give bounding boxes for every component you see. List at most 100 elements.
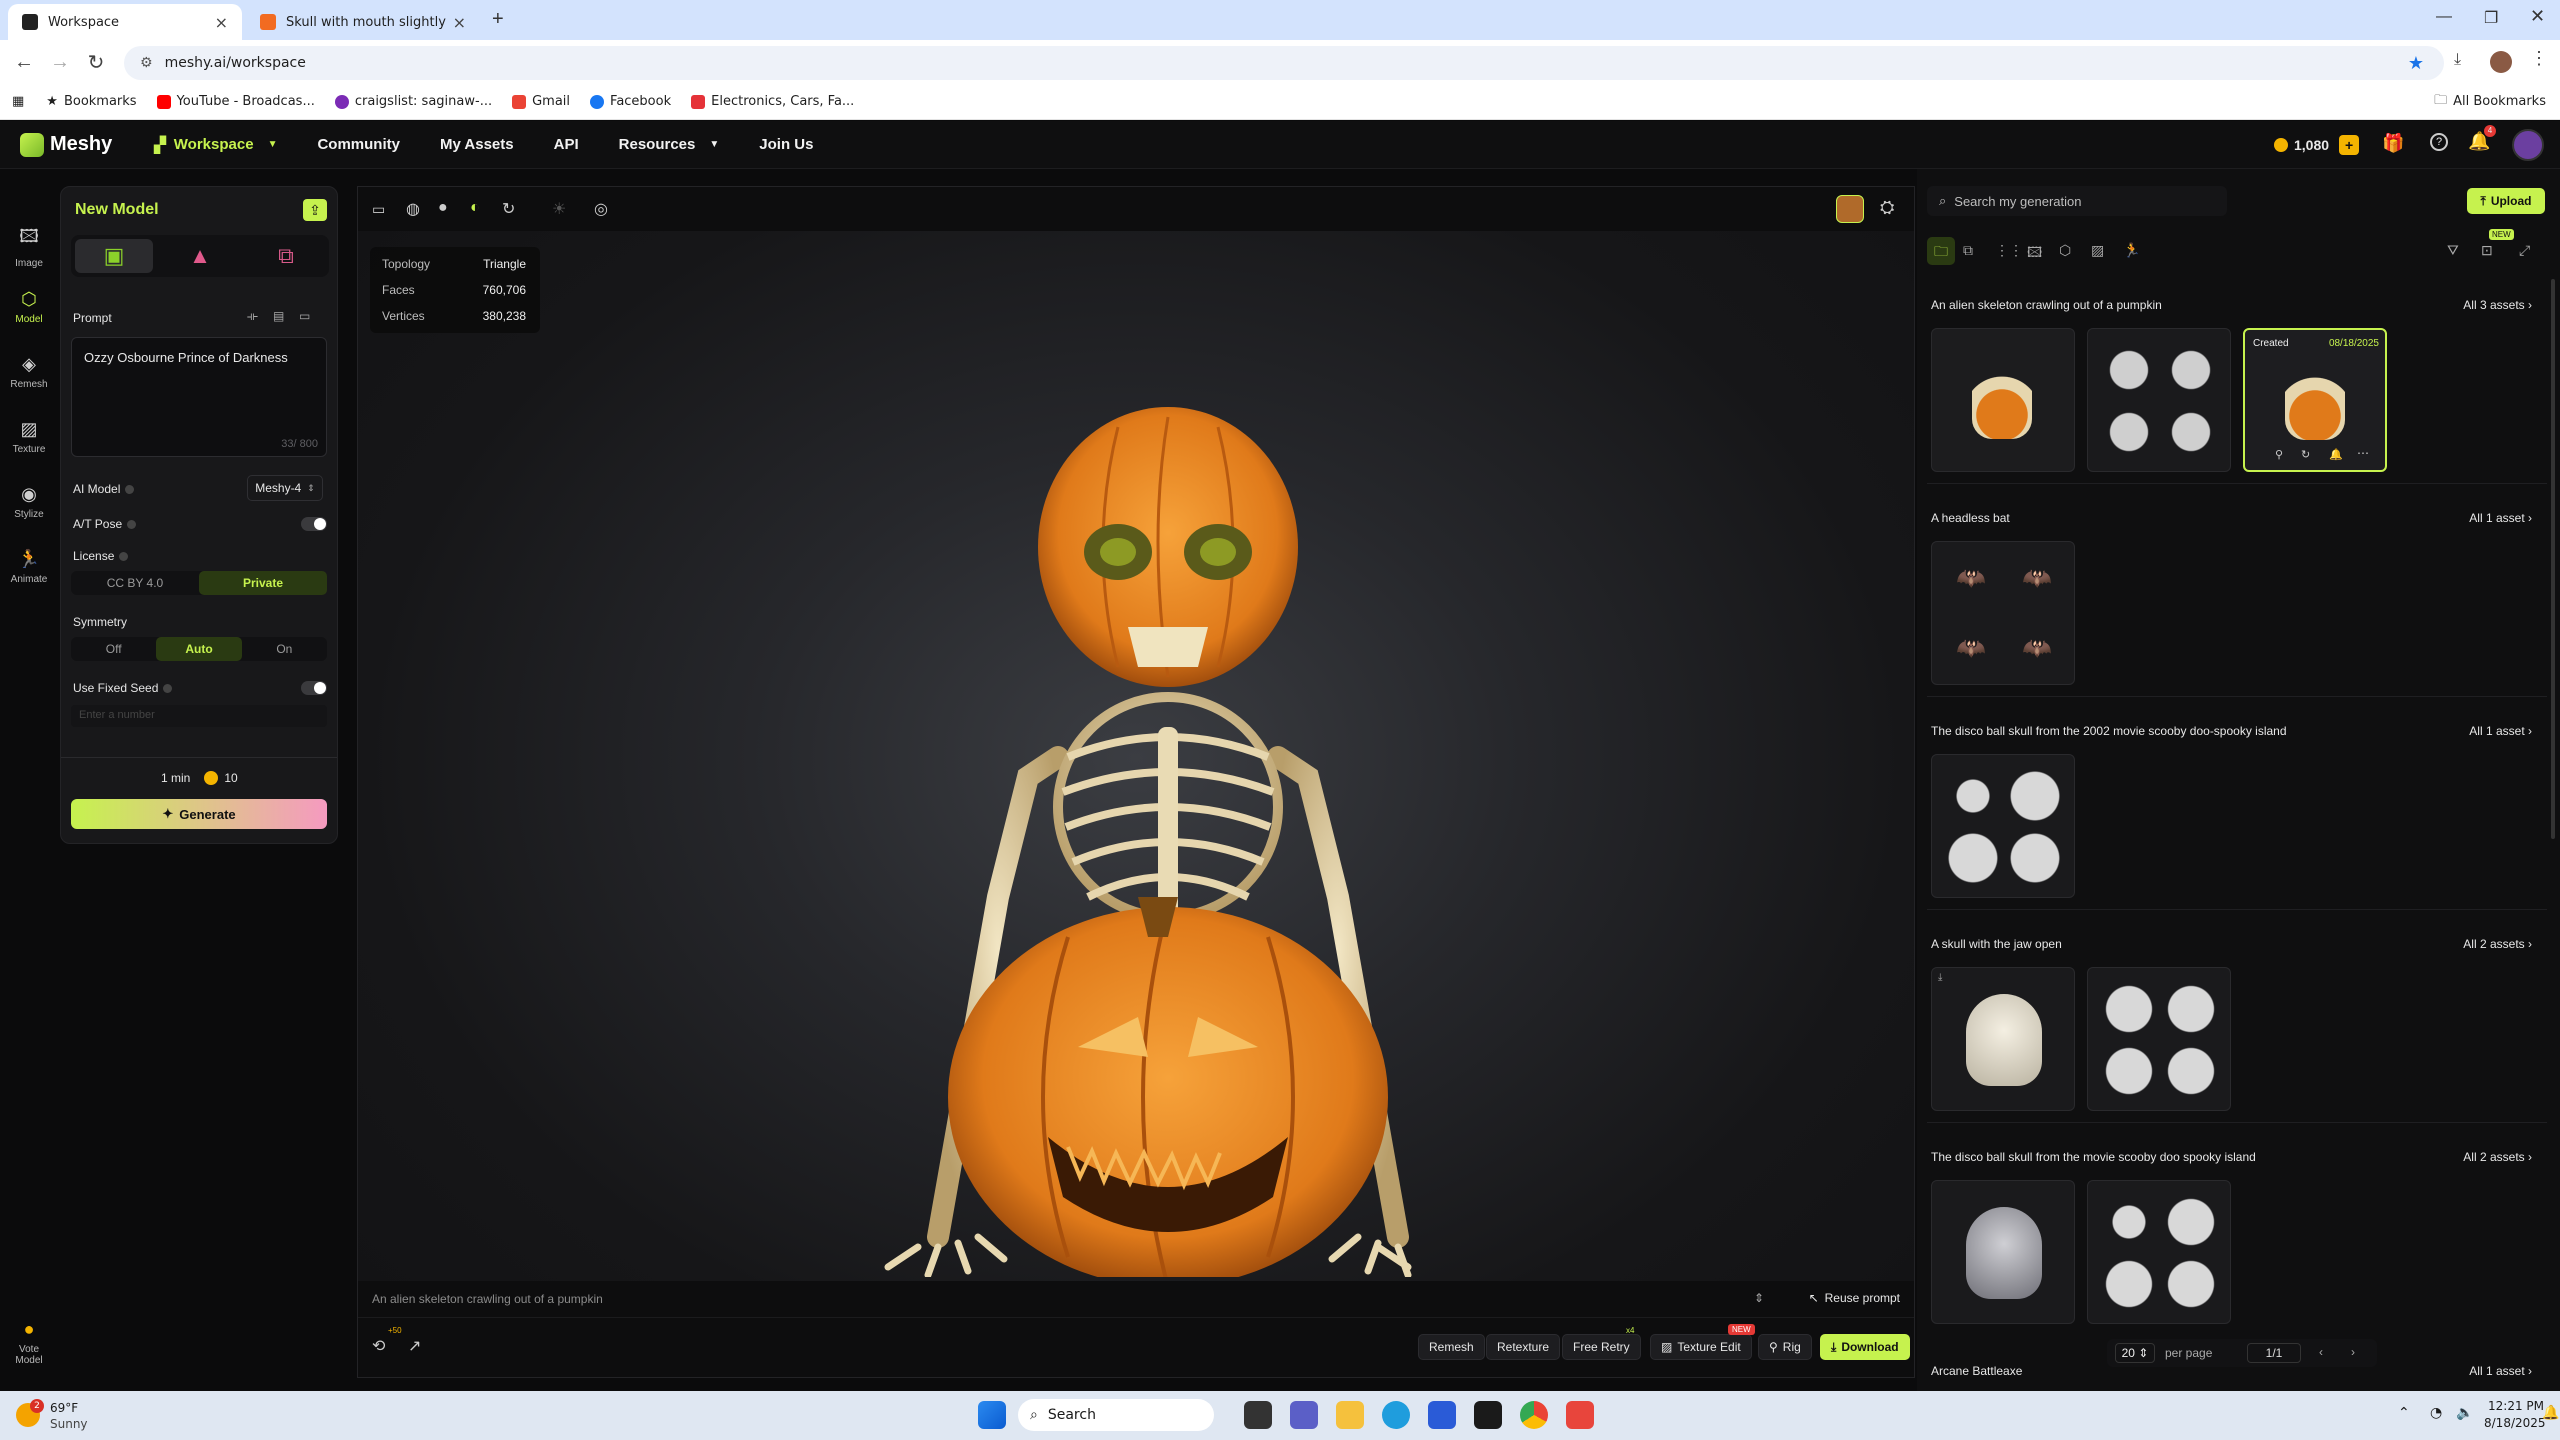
image-to-3d-mode[interactable]: ▲ xyxy=(161,239,239,273)
address-bar[interactable]: ⚙ meshy.ai/workspace ★ xyxy=(124,46,2444,80)
rail-animate[interactable]: 🏃 Animate xyxy=(0,549,58,585)
app-icon[interactable] xyxy=(1474,1401,1502,1429)
apps-icon[interactable]: ▦ xyxy=(12,94,24,109)
license-cc-by[interactable]: CC BY 4.0 xyxy=(71,571,199,595)
asset-card[interactable] xyxy=(1931,754,2075,898)
atpose-toggle[interactable] xyxy=(301,517,327,531)
help-icon[interactable]: ? xyxy=(2430,133,2448,151)
thumbnail-swatch[interactable] xyxy=(1836,195,1864,223)
environment-icon[interactable]: ◎ xyxy=(594,199,608,219)
credits-display[interactable]: 1,080 + xyxy=(2274,135,2360,155)
meshy-logo[interactable]: Meshy xyxy=(20,132,112,157)
volume-icon[interactable]: 🔈 xyxy=(2456,1405,2473,1421)
free-retry-button[interactable]: Free Retry xyxy=(1562,1334,1641,1360)
solid-shading-icon[interactable]: ● xyxy=(438,199,448,217)
refresh-card-icon[interactable]: ↻ xyxy=(2301,448,2310,461)
asset-card-selected[interactable]: Created 08/18/2025 ⚲ ↻ 🔔 ⋯ xyxy=(2243,328,2387,472)
model-viewport[interactable]: ▭ ◍ ● ◐ ↻ ☀ ◎ ⛭ Topology Triangle Faces … xyxy=(357,186,1915,1378)
group-all-link[interactable]: All 1 asset › xyxy=(2469,1364,2532,1378)
close-tab-icon[interactable]: × xyxy=(215,13,228,32)
add-credits-icon[interactable]: + xyxy=(2339,135,2360,155)
rail-image[interactable]: 🖾 Image xyxy=(0,224,58,269)
edge-icon[interactable] xyxy=(1382,1401,1410,1429)
asset-card[interactable]: ⤓ xyxy=(1931,967,2075,1111)
text-to-3d-mode[interactable]: ▣ xyxy=(75,239,153,273)
rotate-icon[interactable]: ↻ xyxy=(502,199,515,219)
scrollbar[interactable] xyxy=(2551,279,2555,839)
group-all-link[interactable]: All 1 asset › xyxy=(2469,511,2532,525)
reload-icon[interactable]: ↻ xyxy=(78,50,114,75)
nav-join-us[interactable]: Join Us xyxy=(759,136,813,153)
symmetry-off[interactable]: Off xyxy=(71,637,156,661)
chrome-icon[interactable] xyxy=(1520,1401,1548,1429)
group-all-link[interactable]: All 1 asset › xyxy=(2469,724,2532,738)
generate-button[interactable]: ✦ Generate xyxy=(71,799,327,829)
user-avatar[interactable] xyxy=(2512,129,2544,161)
light-icon[interactable]: ☀ xyxy=(552,199,566,219)
windows-start-icon[interactable] xyxy=(978,1401,1006,1429)
group-all-link[interactable]: All 2 assets › xyxy=(2463,937,2532,951)
bookmark-craigslist[interactable]: craigslist: saginaw-... xyxy=(334,94,492,109)
prompt-clear-icon[interactable]: ▭ xyxy=(299,309,310,323)
remesh-button[interactable]: Remesh xyxy=(1418,1334,1485,1360)
browser-tab-skull[interactable]: Skull with mouth slightly open × xyxy=(246,4,480,40)
nav-workspace[interactable]: ▞ Workspace ▼ xyxy=(154,136,277,154)
ai-model-select[interactable]: Meshy-4 ⇕ xyxy=(247,475,323,501)
nav-my-assets[interactable]: My Assets xyxy=(440,136,514,153)
download-icon[interactable]: ⤓ xyxy=(2454,51,2461,69)
nav-community[interactable]: Community xyxy=(317,136,400,153)
download-card-icon[interactable]: ⤓ xyxy=(1938,972,1942,983)
group-all-link[interactable]: All 3 assets › xyxy=(2463,298,2532,312)
restore-icon[interactable]: ❐ xyxy=(2484,8,2498,28)
grid-view-icon[interactable]: ⋮⋮ xyxy=(1995,242,2023,259)
new-tab-icon[interactable]: + xyxy=(492,8,504,31)
browser-menu-icon[interactable]: ⋮ xyxy=(2530,48,2548,69)
asset-card[interactable] xyxy=(2087,967,2231,1111)
rail-stylize[interactable]: ◉ Stylize xyxy=(0,484,58,520)
bookmark-facebook[interactable]: Facebook xyxy=(590,94,671,109)
animate-filter-icon[interactable]: 🏃 xyxy=(2123,242,2140,259)
tray-chevron-icon[interactable]: ⌃ xyxy=(2398,1405,2410,1421)
gift-icon[interactable]: 🎁 xyxy=(2382,133,2404,154)
asset-card[interactable]: 🦇 🦇 🦇 🦇 xyxy=(1931,541,2075,685)
texture-filter-icon[interactable]: ▨ xyxy=(2091,242,2104,259)
browser-tab-workspace[interactable]: Workspace × xyxy=(8,4,242,40)
history-search[interactable]: ⌕ Search my generation xyxy=(1927,186,2227,216)
more-card-icon[interactable]: ⋯ xyxy=(2357,446,2369,460)
asset-card[interactable] xyxy=(2087,328,2231,472)
prompt-helper-icon[interactable]: ⟛ xyxy=(247,309,258,324)
retexture-button[interactable]: Retexture xyxy=(1486,1334,1561,1360)
rail-remesh[interactable]: ◈ Remesh xyxy=(0,354,58,390)
license-private[interactable]: Private xyxy=(199,571,327,595)
rail-model[interactable]: ⬡ Model xyxy=(0,289,58,325)
all-bookmarks[interactable]: 🗀 All Bookmarks xyxy=(2434,91,2546,113)
group-all-link[interactable]: All 2 assets › xyxy=(2463,1150,2532,1164)
rig-card-icon[interactable]: ⚲ xyxy=(2275,448,2283,461)
clock-date[interactable]: 8/18/2025 xyxy=(2484,1416,2546,1430)
symmetry-auto[interactable]: Auto xyxy=(156,637,242,661)
textured-icon[interactable]: ◐ xyxy=(470,199,480,217)
undo-icon[interactable]: ⟲ xyxy=(372,1336,385,1356)
task-view-icon[interactable] xyxy=(1244,1401,1272,1429)
asset-card[interactable] xyxy=(1931,1180,2075,1324)
next-page-icon[interactable]: › xyxy=(2351,1345,2355,1359)
file-explorer-icon[interactable] xyxy=(1336,1401,1364,1429)
per-page-select[interactable]: 20 ⇕ xyxy=(2115,1343,2155,1363)
download-button[interactable]: ⤓ Download xyxy=(1820,1334,1910,1360)
batch-icon[interactable]: ⊡ xyxy=(2481,242,2493,259)
pinned-app-icon[interactable] xyxy=(1566,1401,1594,1429)
window-close-icon[interactable]: ✕ xyxy=(2530,6,2545,27)
weather-widget[interactable]: 2 69°F Sunny xyxy=(16,1399,126,1433)
rail-texture[interactable]: ▨ Texture xyxy=(0,419,58,455)
close-tab-icon[interactable]: × xyxy=(453,13,466,32)
share-icon[interactable]: ↗ xyxy=(408,1336,421,1356)
nav-api[interactable]: API xyxy=(554,136,579,153)
site-info-icon[interactable]: ⚙ xyxy=(140,55,153,71)
store-icon[interactable] xyxy=(1428,1401,1456,1429)
bookmark-youtube[interactable]: YouTube - Broadcas... xyxy=(156,94,315,109)
prev-page-icon[interactable]: ‹ xyxy=(2319,1345,2323,1359)
teams-icon[interactable] xyxy=(1290,1401,1318,1429)
seed-input[interactable]: Enter a number xyxy=(71,705,327,727)
seed-toggle[interactable] xyxy=(301,681,327,695)
bell-card-icon[interactable]: 🔔 xyxy=(2329,448,2343,461)
